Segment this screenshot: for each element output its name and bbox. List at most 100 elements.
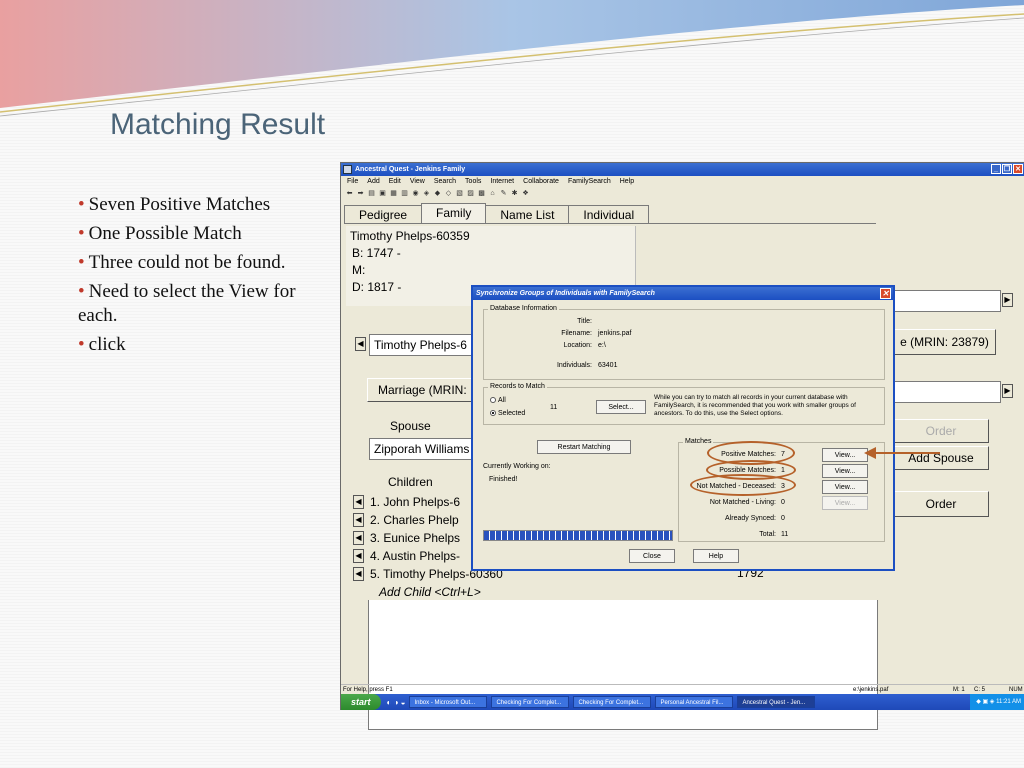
find-icon[interactable]: ◉	[411, 189, 420, 198]
menu-internet[interactable]: Internet	[490, 176, 514, 187]
menu-collaborate[interactable]: Collaborate	[523, 176, 559, 187]
tool-icon[interactable]: ▩	[477, 189, 486, 198]
wife-combo[interactable]	[893, 290, 1001, 312]
working-label: Currently Working on:	[483, 463, 551, 470]
tab-individual[interactable]: Individual	[568, 205, 650, 223]
print-icon[interactable]: ▦	[389, 189, 398, 198]
taskbar-item[interactable]: Checking For Complet...	[573, 696, 652, 708]
head-marriage: M:	[352, 263, 366, 277]
tab-name-list[interactable]: Name List	[485, 205, 570, 223]
database-info-group: Database Information Title: Filename: je…	[483, 305, 885, 380]
forward-icon[interactable]: ➡	[356, 189, 365, 198]
home-icon[interactable]: ⌂	[488, 189, 497, 198]
menu-familysearch[interactable]: FamilySearch	[568, 176, 611, 187]
children-list-area	[368, 600, 878, 730]
annotation-arrow-icon	[864, 447, 940, 459]
start-button[interactable]: start	[341, 694, 381, 710]
order-children-button[interactable]: Order	[893, 491, 989, 517]
dialog-title: Synchronize Groups of Individuals with F…	[476, 290, 655, 297]
tool-icon[interactable]: ▨	[466, 189, 475, 198]
group-title: Matches	[683, 438, 714, 445]
star-icon[interactable]: ✱	[510, 189, 519, 198]
group-title: Records to Match	[488, 383, 547, 390]
app-titlebar[interactable]: Ancestral Quest - Jenkins Family _ ❐ ✕	[341, 163, 1024, 176]
child-left-arrow-icon[interactable]: ◀	[353, 513, 364, 527]
location-label: Location:	[563, 342, 592, 349]
mrin-button[interactable]: e (MRIN: 23879)	[893, 329, 996, 355]
view-living-button[interactable]: View...	[822, 496, 868, 510]
radio-all[interactable]: All	[490, 397, 506, 404]
taskbar-item[interactable]: Checking For Complet...	[491, 696, 570, 708]
husband-combo[interactable]: Timothy Phelps-6	[369, 334, 479, 356]
tool-icon[interactable]: ◆	[433, 189, 442, 198]
location-value: e:\	[598, 342, 606, 349]
restart-matching-button[interactable]: Restart Matching	[537, 440, 631, 454]
tray-icon[interactable]: ◆ ▣ ◈	[976, 699, 996, 705]
bullet-list: • Seven Positive Matches • One Possible Ma…	[78, 193, 338, 362]
advice-text: While you can try to match all records i…	[654, 394, 856, 417]
select-button[interactable]: Select...	[596, 400, 646, 414]
individuals-value: 63401	[598, 362, 618, 369]
menu-search[interactable]: Search	[434, 176, 456, 187]
preview-icon[interactable]: ▥	[400, 189, 409, 198]
tab-strip: Pedigree Family Name List Individual	[344, 203, 650, 223]
title-label: Title:	[577, 318, 592, 325]
bullet-item: • One Possible Match	[78, 223, 242, 244]
view-deceased-button[interactable]: View...	[822, 480, 868, 494]
dialog-titlebar[interactable]: Synchronize Groups of Individuals with F…	[473, 287, 893, 300]
marriage-button[interactable]: Marriage (MRIN:	[367, 378, 479, 402]
wife-right-arrow-icon[interactable]: ▶	[1002, 293, 1013, 307]
child-left-arrow-icon[interactable]: ◀	[353, 495, 364, 509]
restore-icon[interactable]: ❐	[1002, 164, 1012, 174]
open-icon[interactable]: ▤	[367, 189, 376, 198]
menu-tools[interactable]: Tools	[465, 176, 481, 187]
system-tray: ◆ ▣ ◈ 11:21 AM	[970, 694, 1024, 710]
total-label: Total:	[759, 531, 776, 538]
save-icon[interactable]: ▣	[378, 189, 387, 198]
already-synced-value: 0	[781, 515, 785, 522]
view-possible-button[interactable]: View...	[822, 464, 868, 478]
tool-icon[interactable]: ✎	[499, 189, 508, 198]
spouse-right-arrow-icon[interactable]: ▶	[1002, 384, 1013, 398]
app-title: Ancestral Quest - Jenkins Family	[355, 166, 466, 173]
menu-add[interactable]: Add	[367, 176, 379, 187]
order-spouse-button[interactable]: Order	[893, 419, 989, 443]
child-left-arrow-icon[interactable]: ◀	[353, 567, 364, 581]
quicklaunch-icon[interactable]: ◐ ◑ ◒	[387, 698, 406, 707]
taskbar-item[interactable]: Inbox - Microsoft Out...	[409, 696, 488, 708]
spouse-right-combo[interactable]	[893, 381, 1001, 403]
tool-icon[interactable]: ❖	[521, 189, 530, 198]
tool-icon[interactable]: ▧	[455, 189, 464, 198]
minimize-icon[interactable]: _	[991, 164, 1001, 174]
menu-help[interactable]: Help	[620, 176, 634, 187]
menu-file[interactable]: File	[347, 176, 358, 187]
records-group: Records to Match All Selected 11 Select.…	[483, 383, 885, 425]
toolbar: ⬅ ➡ ▤ ▣ ▦ ▥ ◉ ◈ ◆ ◇ ▧ ▨ ▩ ⌂ ✎ ✱ ❖	[341, 187, 1024, 200]
tab-pedigree[interactable]: Pedigree	[344, 205, 423, 223]
spouse-combo[interactable]: Zipporah Williams	[369, 438, 479, 460]
menu-edit[interactable]: Edit	[389, 176, 401, 187]
not-matched-living-value: 0	[781, 499, 785, 506]
close-icon[interactable]: ✕	[880, 288, 891, 299]
close-icon[interactable]: ✕	[1013, 164, 1023, 174]
child-left-arrow-icon[interactable]: ◀	[353, 531, 364, 545]
sync-dialog: Synchronize Groups of Individuals with F…	[471, 285, 895, 571]
tab-family[interactable]: Family	[421, 203, 487, 223]
back-icon[interactable]: ⬅	[345, 189, 354, 198]
taskbar-item[interactable]: Ancestral Quest - Jen...	[737, 696, 816, 708]
menu-view[interactable]: View	[410, 176, 425, 187]
husband-left-arrow-icon[interactable]: ◀	[355, 337, 366, 351]
help-button[interactable]: Help	[693, 549, 739, 563]
filename-value: jenkins.paf	[598, 330, 632, 337]
tool-icon[interactable]: ◈	[422, 189, 431, 198]
menu-bar: File Add Edit View Search Tools Internet…	[341, 176, 1024, 187]
head-name: Timothy Phelps-60359	[350, 229, 470, 243]
spouse-label: Spouse	[390, 419, 431, 433]
taskbar-item[interactable]: Personal Ancestral Fil...	[655, 696, 734, 708]
radio-selected[interactable]: Selected	[490, 410, 525, 417]
close-button[interactable]: Close	[629, 549, 675, 563]
add-child-link[interactable]: Add Child <Ctrl+L>	[370, 583, 503, 601]
individuals-label: Individuals:	[556, 362, 592, 369]
tool-icon[interactable]: ◇	[444, 189, 453, 198]
child-left-arrow-icon[interactable]: ◀	[353, 549, 364, 563]
